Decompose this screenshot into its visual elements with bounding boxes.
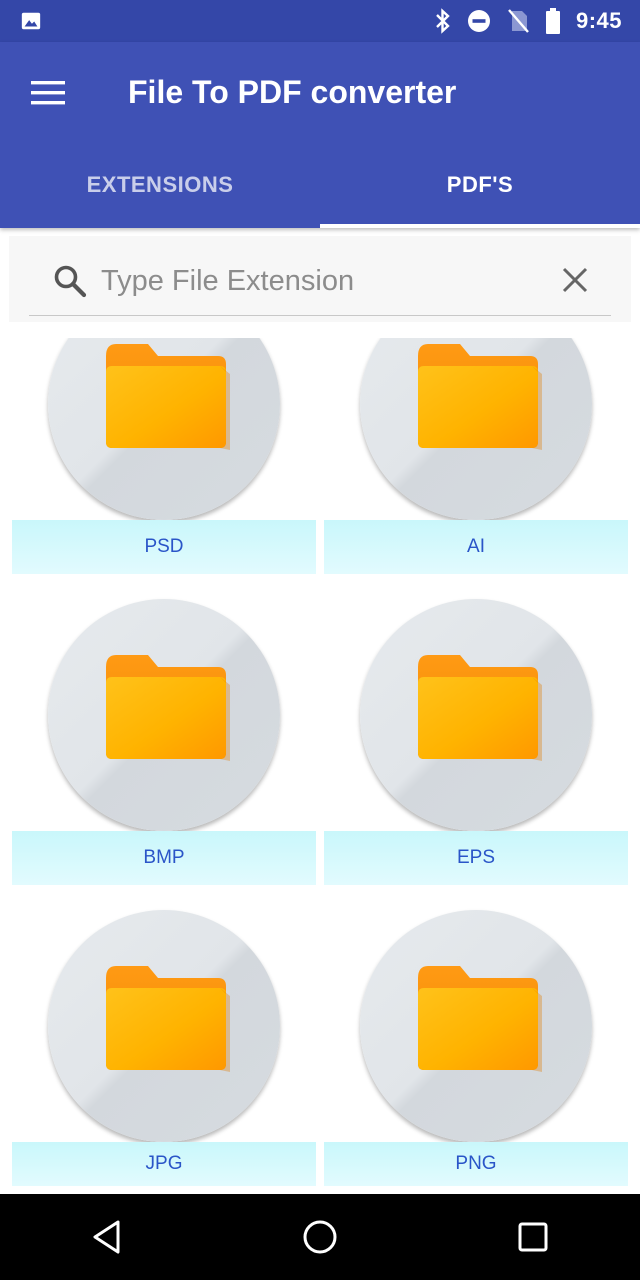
folder-icon xyxy=(418,344,542,450)
extension-grid: PSD AI BMP EPS JPG PNG xyxy=(0,338,640,1194)
extension-icon-circle xyxy=(48,599,280,831)
recents-icon[interactable] xyxy=(493,1197,573,1277)
extension-label: AI xyxy=(324,520,628,574)
folder-icon xyxy=(106,344,230,450)
extension-label: JPG xyxy=(12,1142,316,1186)
app-title: File To PDF converter xyxy=(128,74,457,110)
extension-icon-circle xyxy=(48,910,280,1142)
navigation-bar xyxy=(0,1194,640,1280)
battery-icon xyxy=(545,8,560,34)
extension-label: PNG xyxy=(324,1142,628,1186)
search-underline xyxy=(29,315,611,316)
extension-label: EPS xyxy=(324,831,628,885)
folder-icon xyxy=(418,966,542,1072)
tab-pdfs[interactable]: PDF'S xyxy=(320,142,640,228)
status-time: 9:45 xyxy=(575,8,622,33)
folder-icon xyxy=(418,655,542,761)
extension-label: PSD xyxy=(12,520,316,574)
image-icon xyxy=(21,12,41,30)
extension-icon-circle xyxy=(360,910,592,1142)
folder-icon xyxy=(106,655,230,761)
status-bar: 9:45 xyxy=(0,0,640,42)
extension-icon-circle xyxy=(48,338,280,520)
hamburger-menu-icon[interactable] xyxy=(24,70,74,116)
tab-bar: EXTENSIONS PDF'S xyxy=(0,142,640,228)
extension-icon-circle xyxy=(360,599,592,831)
extension-icon-circle xyxy=(360,338,592,520)
search-bar xyxy=(9,236,631,322)
back-icon[interactable] xyxy=(67,1197,147,1277)
no-sim-icon xyxy=(508,9,529,33)
bluetooth-icon xyxy=(436,8,450,34)
close-icon[interactable] xyxy=(557,262,593,298)
search-input[interactable] xyxy=(99,258,543,304)
tab-extensions[interactable]: EXTENSIONS xyxy=(0,142,320,228)
search-icon[interactable] xyxy=(53,264,87,298)
do-not-disturb-icon xyxy=(467,10,490,32)
extension-label: BMP xyxy=(12,831,316,885)
folder-icon xyxy=(106,966,230,1072)
app-bar: File To PDF converter EXTENSIONS PDF'S xyxy=(0,42,640,228)
home-icon[interactable] xyxy=(280,1197,360,1277)
